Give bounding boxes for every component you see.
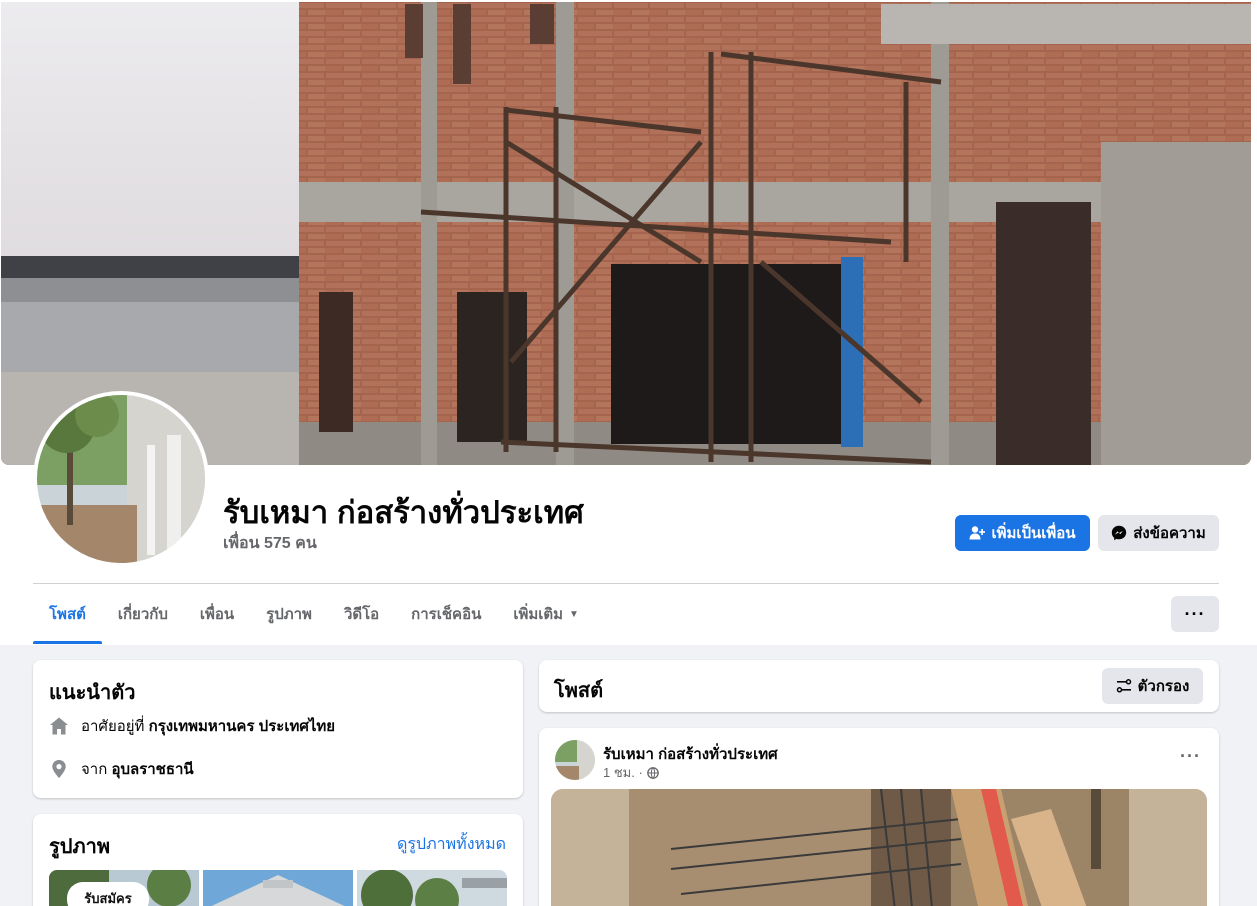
tab-more[interactable]: เพิ่มเติม ▼ — [497, 584, 595, 644]
thumb-caption: รับสมัคร — [84, 891, 131, 906]
tab-label: เพื่อน — [199, 606, 235, 623]
filter-label: ตัวกรอง — [1137, 678, 1190, 695]
post-card: รับเหมา ก่อสร้างทั่วประเทศ 1 ชม. · ··· — [539, 728, 1219, 906]
lives-prefix: อาศัยอยู่ที่ — [81, 718, 145, 735]
photos-title: รูปภาพ — [49, 836, 111, 858]
tab-about[interactable]: เกี่ยวกับ — [102, 584, 184, 644]
friends-count[interactable]: เพื่อน 575 คน — [223, 531, 317, 556]
add-friend-label: เพิ่มเป็นเพื่อน — [991, 525, 1076, 542]
posts-title: โพสต์ — [554, 680, 604, 702]
location-pin-icon — [52, 760, 66, 778]
messenger-icon — [1112, 525, 1127, 541]
see-all-photos-link[interactable]: ดูรูปภาพทั้งหมด — [397, 832, 506, 857]
post-options-button[interactable]: ··· — [1180, 746, 1201, 767]
globe-icon — [646, 766, 659, 779]
tab-label: วิดีโอ — [343, 606, 380, 623]
profile-picture[interactable] — [33, 391, 209, 567]
tab-label: เพิ่มเติม — [513, 606, 564, 623]
post-meta: 1 ชม. · — [603, 762, 659, 783]
message-label: ส่งข้อความ — [1133, 525, 1206, 542]
lives-value[interactable]: กรุงเทพมหานคร ประเทศไทย — [149, 718, 335, 735]
photo-grid: รับสมัคร — [49, 870, 507, 906]
tab-posts[interactable]: โพสต์ — [33, 584, 102, 644]
tab-label: โพสต์ — [49, 606, 86, 623]
photo-thumbnail[interactable]: รับสมัคร — [49, 870, 199, 906]
more-options-button[interactable]: ··· — [1171, 596, 1219, 632]
message-button[interactable]: ส่งข้อความ — [1098, 515, 1219, 551]
post-time[interactable]: 1 ชม. · — [603, 762, 643, 783]
from-prefix: จาก — [81, 761, 108, 778]
tab-label: เกี่ยวกับ — [117, 606, 168, 623]
person-plus-icon — [969, 526, 986, 540]
profile-tabs: โพสต์ เกี่ยวกับ เพื่อน รูปภาพ วิดีโอ การ… — [33, 584, 595, 644]
from-value[interactable]: อุบลราชธานี — [111, 761, 193, 778]
tab-friends[interactable]: เพื่อน — [184, 584, 250, 644]
post-author-avatar[interactable] — [555, 740, 595, 780]
photos-card: รูปภาพ ดูรูปภาพทั้งหมด รับสมัคร — [33, 814, 523, 906]
filter-button[interactable]: ตัวกรอง — [1102, 668, 1203, 704]
from-row: จาก อุบลราชธานี — [49, 757, 194, 781]
photo-thumbnail[interactable] — [203, 870, 353, 906]
tab-checkins[interactable]: การเช็คอิน — [395, 584, 497, 644]
cover-photo[interactable] — [1, 2, 1251, 465]
photo-thumbnail[interactable] — [357, 870, 507, 906]
profile-name: รับเหมา ก่อสร้างทั่วประเทศ — [223, 495, 584, 530]
tab-videos[interactable]: วิดีโอ — [328, 584, 395, 644]
add-friend-button[interactable]: เพิ่มเป็นเพื่อน — [955, 515, 1090, 551]
lives-in-row: อาศัยอยู่ที่ กรุงเทพมหานคร ประเทศไทย — [49, 714, 335, 738]
tab-label: การเช็คอิน — [411, 606, 482, 623]
intro-title: แนะนำตัว — [49, 682, 136, 704]
intro-card: แนะนำตัว อาศัยอยู่ที่ กรุงเทพมหานคร ประเ… — [33, 660, 523, 798]
home-icon — [50, 717, 68, 735]
caret-down-icon: ▼ — [569, 608, 579, 620]
tab-photos[interactable]: รูปภาพ — [250, 584, 328, 644]
post-image[interactable] — [551, 789, 1207, 906]
tab-label: รูปภาพ — [266, 606, 312, 623]
posts-header-card: โพสต์ ตัวกรอง — [539, 660, 1219, 712]
filter-icon — [1116, 679, 1131, 693]
